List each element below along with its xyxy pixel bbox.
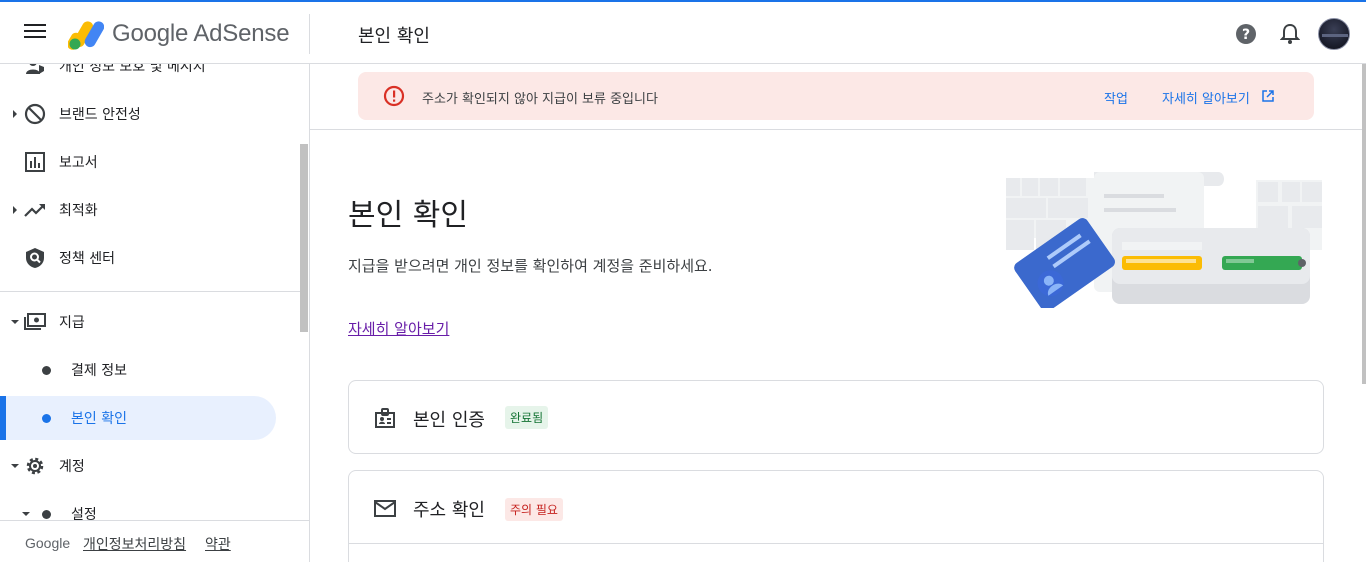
svg-text:?: ? [1242,27,1250,43]
error-icon [383,85,405,107]
card-title: 주소 확인 [413,500,485,521]
adsense-logo[interactable] [68,16,104,50]
card-divider [349,543,1323,544]
learn-more-link[interactable]: 자세히 알아보기 [348,318,449,339]
sidebar-item-label: 보고서 [59,155,98,171]
page-heading: 본인 확인 [358,26,430,47]
sidebar-item-payment-info[interactable]: 결제 정보 [0,348,300,392]
bullet-icon [42,509,51,519]
help-icon[interactable]: ? [1235,23,1257,45]
gear-icon [24,455,46,477]
sidebar-divider [0,291,300,292]
alert-action-link[interactable]: 작업 [1104,88,1128,107]
main-divider [310,129,1362,130]
sidebar-footer: Google 개인정보처리방침 약관 [0,520,309,562]
external-link-icon[interactable] [1262,90,1274,102]
collapse-arrow-icon[interactable] [22,510,30,518]
sidebar-item-verification[interactable]: 본인 확인 [0,396,276,440]
menu-icon[interactable] [24,24,46,42]
sidebar-item-label: 최적화 [59,203,98,219]
status-badge-attention: 주의 필요 [505,498,563,521]
privacy-icon [24,64,46,77]
avatar[interactable] [1318,18,1350,50]
main-content: 주소가 확인되지 않아 지급이 보류 중입니다 작업 자세히 알아보기 본인 확… [310,64,1366,562]
google-logo-text: Google [25,535,71,551]
mail-icon [374,500,396,517]
identity-verification-card[interactable]: 본인 인증 완료됨 [348,380,1324,454]
sidebar-item-payments[interactable]: 지급 [0,300,300,344]
trending-up-icon [24,199,46,221]
collapse-arrow-icon[interactable] [11,462,19,470]
shield-icon [24,247,46,269]
header-divider [309,14,310,54]
sidebar-item-label: 본인 확인 [71,411,127,427]
alert-learn-more-link[interactable]: 자세히 알아보기 [1162,88,1250,107]
bullet-icon [42,413,51,423]
expand-arrow-icon[interactable] [11,110,19,118]
block-icon [24,103,46,125]
sidebar: 개인 정보 보호 및 메시지 브랜드 안전성 보고서 최적화 정책 센터 지급 [0,64,310,562]
payments-icon [24,311,46,333]
sidebar-item-label: 개인 정보 보호 및 메시지 [59,64,206,75]
alert-message: 주소가 확인되지 않아 지급이 보류 중입니다 [422,92,658,107]
expand-arrow-icon[interactable] [11,206,19,214]
badge-id-icon [375,408,395,428]
sidebar-item-brand-safety[interactable]: 브랜드 안전성 [0,92,300,136]
address-verification-card[interactable]: 주소 확인 주의 필요 [348,470,1324,562]
sidebar-item-account[interactable]: 계정 [0,444,300,488]
status-badge-completed: 완료됨 [505,406,549,429]
sidebar-item-privacy[interactable]: 개인 정보 보호 및 메시지 [0,64,300,88]
sidebar-item-label: 브랜드 안전성 [59,107,141,123]
privacy-policy-link[interactable]: 개인정보처리방침 [83,534,186,554]
terms-link[interactable]: 약관 [205,534,231,554]
top-bar: Google AdSense 본인 확인 ? [0,0,1366,64]
bullet-icon [42,365,51,375]
sidebar-item-policy-center[interactable]: 정책 센터 [0,236,300,280]
notifications-icon[interactable] [1280,23,1300,45]
main-scrollbar[interactable] [1362,64,1366,384]
sidebar-item-label: 결제 정보 [71,363,127,379]
sidebar-item-label: 계정 [59,459,85,475]
verification-illustration [1006,172,1322,308]
collapse-arrow-icon[interactable] [11,318,19,326]
sidebar-item-optimization[interactable]: 최적화 [0,188,300,232]
page-title: 본인 확인 [348,198,468,233]
brand-name[interactable]: Google AdSense [112,20,290,48]
sidebar-item-label: 지급 [59,315,85,331]
bar-chart-icon [24,151,46,173]
sidebar-item-label: 정책 센터 [59,251,115,267]
card-title: 본인 인증 [413,410,485,431]
page-description: 지급을 받으려면 개인 정보를 확인하여 계정을 준비하세요. [348,257,713,275]
sidebar-item-reports[interactable]: 보고서 [0,140,300,184]
sidebar-scrollbar[interactable] [300,144,308,332]
alert-banner: 주소가 확인되지 않아 지급이 보류 중입니다 작업 자세히 알아보기 [358,72,1314,120]
